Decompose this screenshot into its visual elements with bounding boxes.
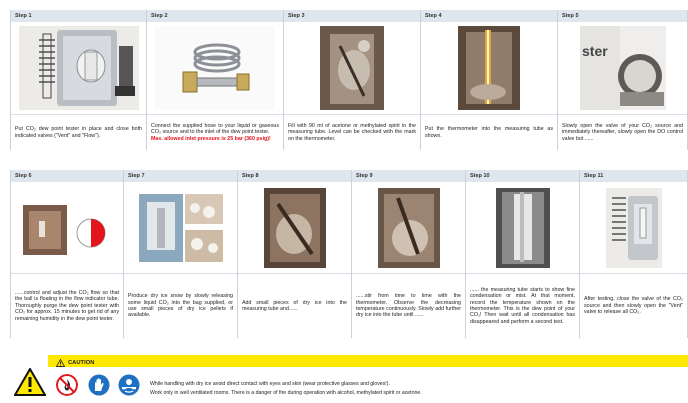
step-9-text: ......stir from time to time with the th… bbox=[356, 293, 461, 319]
step-5-photo-text: ster bbox=[582, 43, 608, 59]
step-8-text: Add small pieces of dry ice into the mea… bbox=[242, 299, 347, 312]
step-3-label: Step 3 bbox=[284, 10, 420, 22]
step-7-label: Step 7 bbox=[124, 170, 237, 182]
step-7-photo bbox=[124, 182, 237, 274]
safety-glasses-icon bbox=[118, 374, 140, 396]
caution-text: While handling with dry ice avoid direct… bbox=[150, 380, 422, 397]
step-8-photo bbox=[238, 182, 351, 274]
step-5-photo: ster bbox=[558, 22, 687, 115]
pressure-warning: Max. allowed inlet pressure is 25 bar (3… bbox=[151, 135, 271, 142]
step-11-label: Step 11 bbox=[580, 170, 687, 182]
step-10-label: Step 10 bbox=[466, 170, 579, 182]
step-4-text: Put the thermometer into the measuring t… bbox=[425, 126, 553, 139]
step-10-photo bbox=[466, 182, 579, 274]
step-11-card: Step 11 After testing, close the valve o… bbox=[580, 170, 688, 338]
caution-line-1: While handling with dry ice avoid direct… bbox=[150, 381, 390, 387]
step-7-text: Produce dry ice snow by slowly releasing… bbox=[128, 293, 233, 319]
step-6-card: Step 6 ......control and adjust the CO₂ … bbox=[10, 170, 124, 338]
step-7-card: Step 7 Produce dry ice snow by slowly re… bbox=[124, 170, 238, 338]
step-10-text: ...... the measuring tube starts to show… bbox=[470, 286, 575, 325]
caution-banner: CAUTION bbox=[48, 355, 688, 367]
steps-row-1: Step 1 Put CO₂ dew point tester in place… bbox=[10, 10, 688, 150]
step-6-text: ......control and adjust the CO₂ flow so… bbox=[15, 289, 119, 322]
step-4-label: Step 4 bbox=[421, 10, 557, 22]
steps-row-2: Step 6 ......control and adjust the CO₂ … bbox=[10, 170, 688, 338]
step-1-text: Put CO₂ dew point tester in place and cl… bbox=[15, 126, 142, 139]
step-5-card: Step 5 ster Slowly open the valve of you… bbox=[558, 10, 688, 150]
step-1-card: Step 1 Put CO₂ dew point tester in place… bbox=[10, 10, 147, 150]
step-10-card: Step 10 ...... the measuring tube starts… bbox=[466, 170, 580, 338]
step-5-label: Step 5 bbox=[558, 10, 687, 22]
step-8-card: Step 8 Add small pieces of dry ice into … bbox=[238, 170, 352, 338]
step-3-card: Step 3 Fill with 90 ml of acetone or met… bbox=[284, 10, 421, 150]
step-9-photo bbox=[352, 182, 465, 274]
step-11-text: After testing, close the valve of the CO… bbox=[584, 296, 683, 316]
no-fire-icon bbox=[56, 374, 78, 396]
step-6-label: Step 6 bbox=[11, 170, 123, 182]
step-1-photo bbox=[11, 22, 146, 115]
step-6-photo bbox=[11, 182, 123, 274]
step-2-label: Step 2 bbox=[147, 10, 283, 22]
step-1-label: Step 1 bbox=[11, 10, 146, 22]
protective-gloves-icon bbox=[88, 374, 110, 396]
step-3-photo bbox=[284, 22, 420, 115]
step-8-label: Step 8 bbox=[238, 170, 351, 182]
step-5-text: Slowly open the valve of your CO₂ source… bbox=[562, 122, 683, 142]
step-4-photo bbox=[421, 22, 557, 115]
step-2-text: Connect the supplied hose to your liquid… bbox=[151, 122, 279, 142]
step-9-label: Step 9 bbox=[352, 170, 465, 182]
step-2-card: Step 2 Connect the supplied hose to your… bbox=[147, 10, 284, 150]
step-2-photo bbox=[147, 22, 283, 115]
warning-triangle-icon bbox=[14, 368, 46, 396]
step-11-photo bbox=[580, 182, 687, 274]
caution-small-icon bbox=[56, 358, 65, 367]
step-3-text: Fill with 90 ml of acetone or methylated… bbox=[288, 122, 416, 142]
caution-line-2: Work only in well ventilated rooms. Ther… bbox=[150, 389, 422, 396]
caution-title: CAUTION bbox=[68, 359, 95, 366]
step-4-card: Step 4 Put the thermometer into the meas… bbox=[421, 10, 558, 150]
step-9-card: Step 9 ......stir from time to time with… bbox=[352, 170, 466, 338]
